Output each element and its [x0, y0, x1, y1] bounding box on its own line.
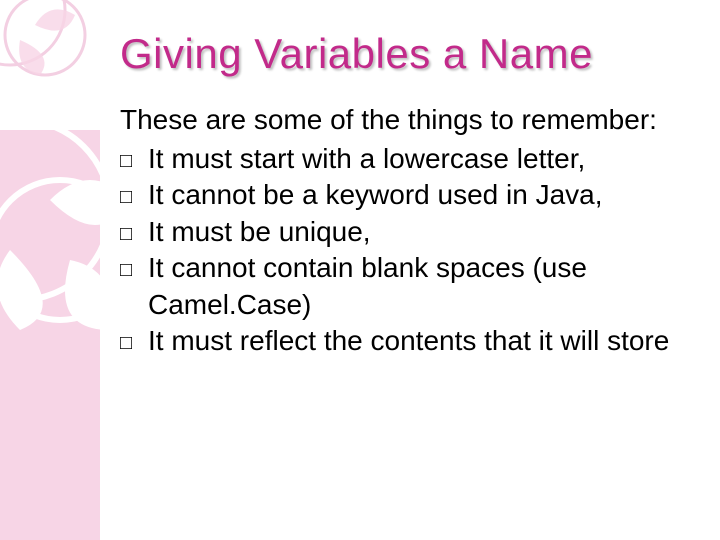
list-item: It cannot be a keyword used in Java, [120, 177, 680, 213]
list-item: It cannot contain blank spaces (use Came… [120, 250, 680, 323]
slide-content: Giving Variables a Name These are some o… [0, 0, 720, 540]
bullet-list: It must start with a lowercase letter, I… [120, 141, 680, 359]
intro-text: These are some of the things to remember… [120, 102, 680, 137]
list-item: It must reflect the contents that it wil… [120, 323, 680, 359]
list-item: It must start with a lowercase letter, [120, 141, 680, 177]
slide-title: Giving Variables a Name [120, 30, 680, 78]
list-item: It must be unique, [120, 214, 680, 250]
